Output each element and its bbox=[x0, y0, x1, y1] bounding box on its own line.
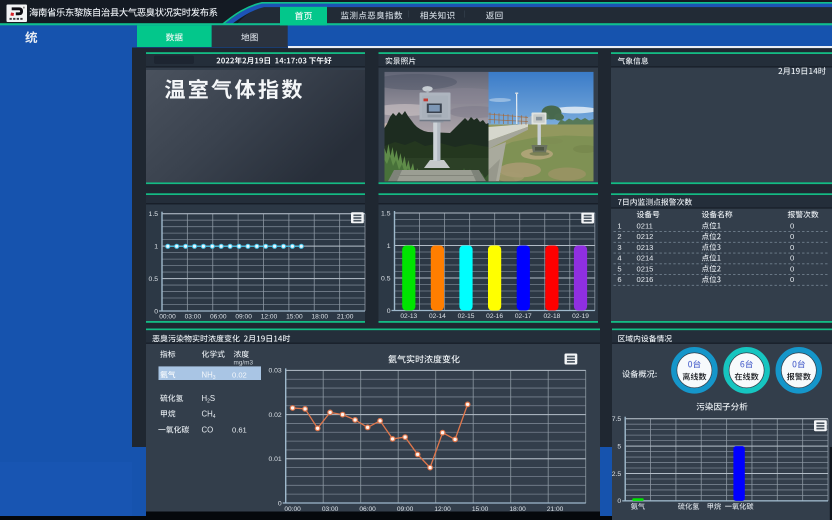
svg-text:0: 0 bbox=[790, 243, 794, 252]
svg-text:00:00: 00:00 bbox=[159, 314, 176, 321]
svg-text:02-18: 02-18 bbox=[543, 313, 560, 320]
svg-text:0214: 0214 bbox=[637, 254, 654, 263]
svg-text:5: 5 bbox=[617, 264, 621, 273]
svg-text:03:00: 03:00 bbox=[185, 314, 202, 321]
svg-text:06:00: 06:00 bbox=[210, 314, 227, 321]
svg-text:0: 0 bbox=[387, 308, 391, 315]
svg-text:02-13: 02-13 bbox=[400, 313, 417, 320]
svg-text:0.02: 0.02 bbox=[268, 412, 281, 419]
svg-text:0213: 0213 bbox=[637, 243, 654, 252]
svg-text:18:00: 18:00 bbox=[311, 314, 328, 321]
svg-text:1.5: 1.5 bbox=[149, 211, 159, 218]
svg-text:1: 1 bbox=[387, 243, 391, 250]
svg-text:0215: 0215 bbox=[637, 264, 654, 273]
svg-text:mg/m3: mg/m3 bbox=[234, 359, 254, 366]
svg-text:02-14: 02-14 bbox=[429, 313, 446, 320]
svg-text:0.02: 0.02 bbox=[232, 371, 247, 380]
svg-text:2: 2 bbox=[617, 232, 621, 241]
svg-text:0.61: 0.61 bbox=[232, 426, 247, 435]
svg-text:6: 6 bbox=[617, 275, 621, 284]
svg-text:4: 4 bbox=[617, 254, 621, 263]
svg-text:7.5: 7.5 bbox=[612, 416, 622, 423]
svg-text:0216: 0216 bbox=[637, 275, 654, 284]
svg-text:0: 0 bbox=[790, 254, 794, 263]
svg-text:3: 3 bbox=[617, 243, 621, 252]
svg-text:02-16: 02-16 bbox=[486, 313, 503, 320]
svg-text:0.01: 0.01 bbox=[268, 456, 281, 463]
svg-text:15:00: 15:00 bbox=[286, 314, 303, 321]
svg-text:0: 0 bbox=[154, 308, 158, 315]
svg-text:1.5: 1.5 bbox=[381, 210, 391, 217]
svg-text:0: 0 bbox=[617, 498, 621, 505]
svg-text:0: 0 bbox=[278, 500, 282, 507]
svg-text:2.5: 2.5 bbox=[612, 471, 622, 478]
svg-text:0: 0 bbox=[790, 275, 794, 284]
svg-text:09:00: 09:00 bbox=[235, 314, 252, 321]
svg-text:1: 1 bbox=[617, 221, 621, 230]
svg-text:02-19: 02-19 bbox=[572, 313, 589, 320]
svg-text:0.03: 0.03 bbox=[268, 368, 281, 375]
svg-text:0.5: 0.5 bbox=[149, 276, 159, 283]
svg-text:0212: 0212 bbox=[637, 232, 654, 241]
svg-text:12:00: 12:00 bbox=[261, 314, 278, 321]
svg-text:5: 5 bbox=[617, 443, 621, 450]
svg-text:02-15: 02-15 bbox=[458, 313, 475, 320]
svg-text:21:00: 21:00 bbox=[337, 314, 354, 321]
svg-text:0: 0 bbox=[790, 221, 794, 230]
svg-text:0: 0 bbox=[790, 232, 794, 241]
svg-text:CO: CO bbox=[202, 426, 214, 435]
svg-text:0.5: 0.5 bbox=[381, 275, 391, 282]
svg-text:1: 1 bbox=[154, 243, 158, 250]
svg-text:0211: 0211 bbox=[637, 221, 653, 230]
svg-text:02-17: 02-17 bbox=[515, 313, 532, 320]
svg-text:0: 0 bbox=[790, 264, 794, 273]
